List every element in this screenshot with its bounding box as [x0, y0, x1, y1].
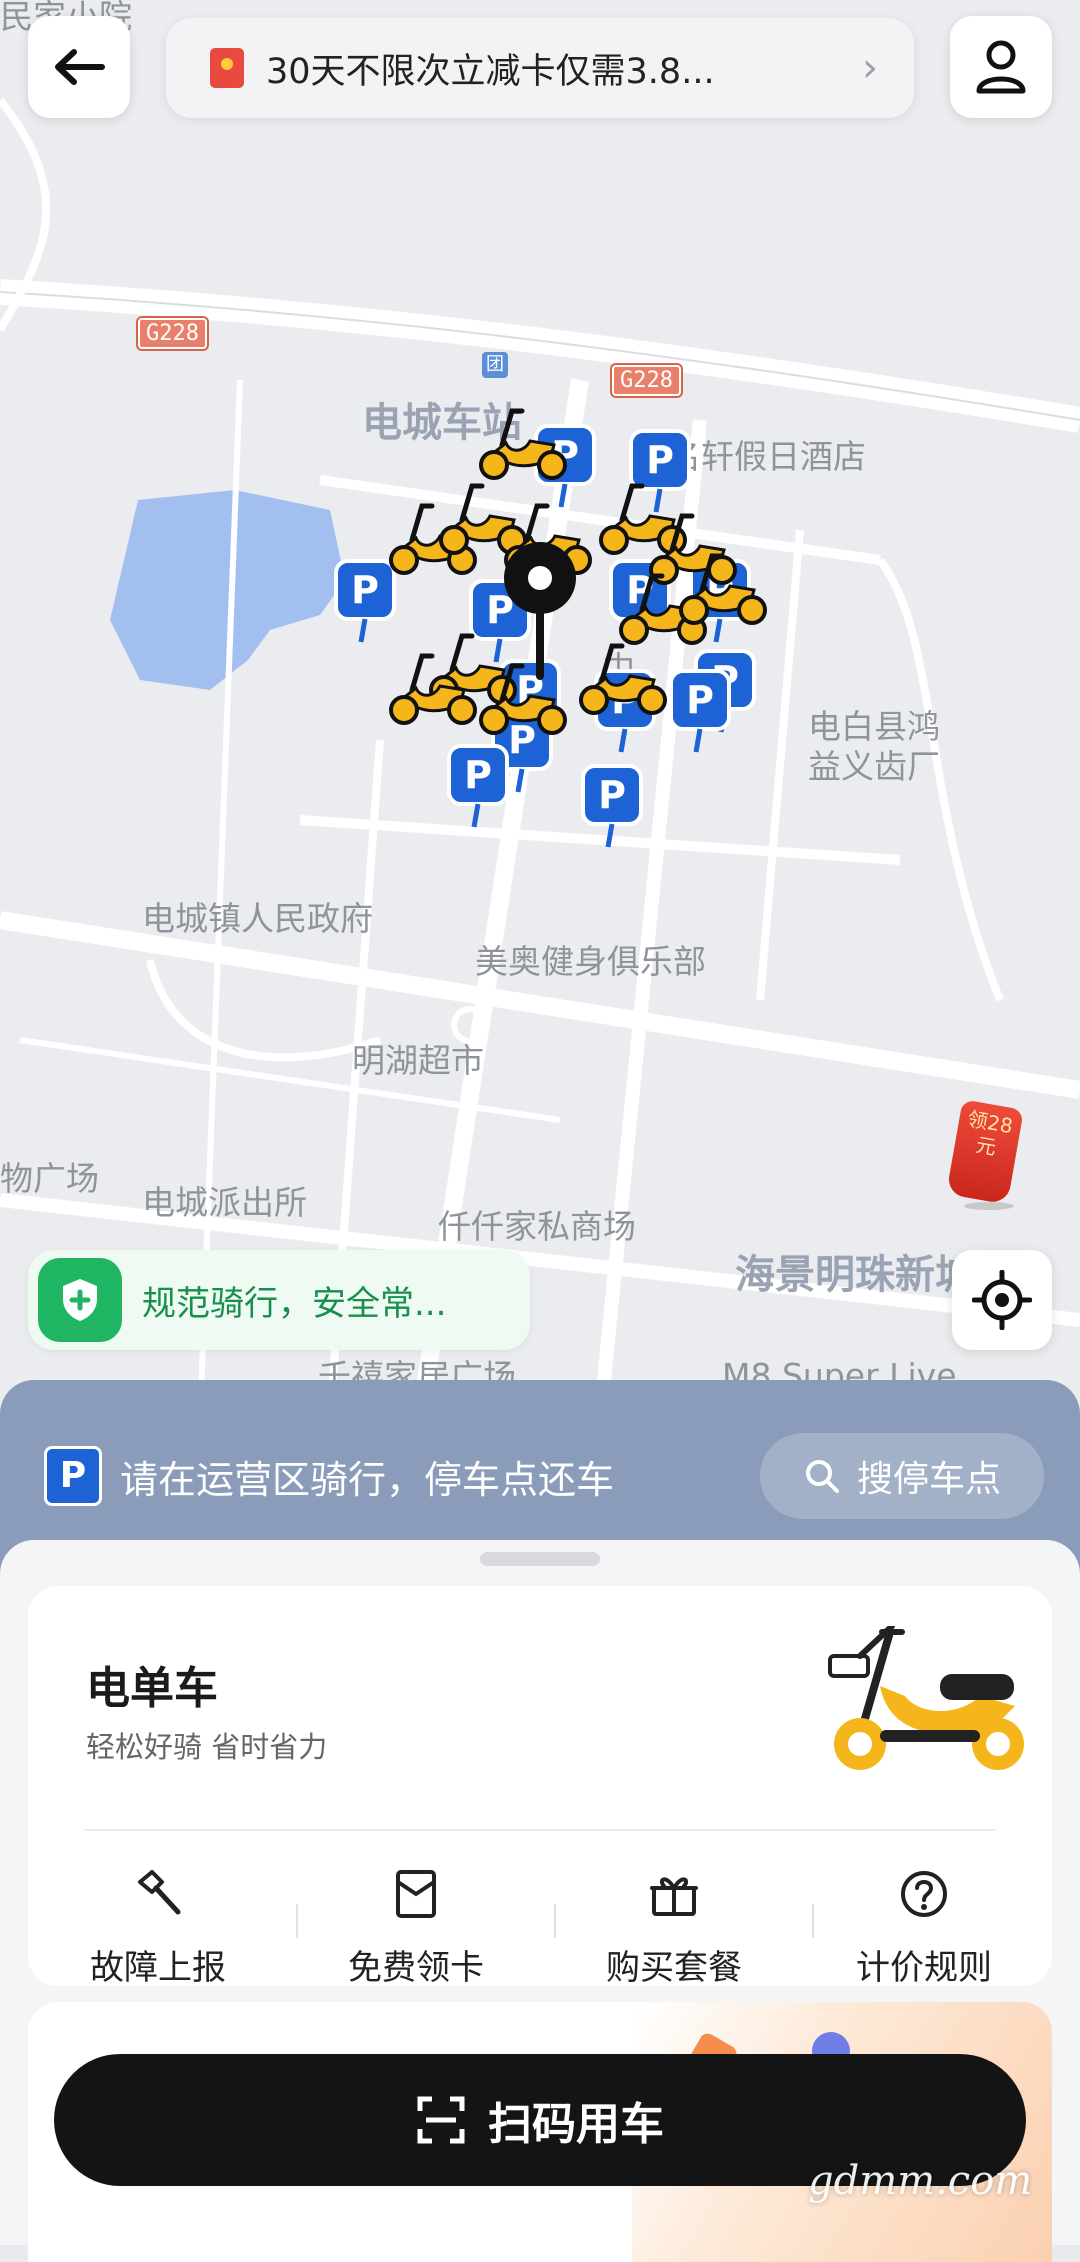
- search-parking-label: 搜停车点: [856, 1459, 1001, 1500]
- question-icon: [901, 1871, 947, 1917]
- report-fault-button[interactable]: 故障上报: [58, 1864, 258, 1989]
- svg-text:P: P: [598, 773, 626, 817]
- buy-package-button[interactable]: 购买套餐: [574, 1864, 774, 1989]
- parking-marker[interactable]: P: [669, 669, 731, 753]
- scan-to-ride-label: 扫码用车: [488, 2099, 664, 2150]
- card-divider: [84, 1829, 996, 1831]
- parking-badge-icon: P: [44, 1446, 102, 1506]
- locate-button[interactable]: [952, 1250, 1052, 1350]
- parking-marker[interactable]: P: [334, 559, 396, 643]
- free-card-button[interactable]: 免费领卡: [316, 1864, 516, 1989]
- search-icon: [805, 1460, 839, 1493]
- operations-text: 请在运营区骑行，停车点还车: [120, 1457, 615, 1502]
- location-pin-icon: [504, 542, 576, 680]
- card-subtitle: 轻松好骑 省时省力: [86, 1730, 328, 1764]
- chevron-right-icon: ›: [862, 45, 878, 91]
- svg-text:P: P: [686, 678, 714, 722]
- action-separator: [812, 1904, 814, 1938]
- back-button[interactable]: [28, 16, 130, 118]
- svg-text:P: P: [646, 438, 674, 482]
- card-icon: [396, 1870, 436, 1918]
- user-icon: [976, 40, 1026, 94]
- locate-target-icon: [972, 1270, 1032, 1330]
- report-fault-label: 故障上报: [90, 1948, 226, 1988]
- e-scooter-illustration: [828, 1626, 1024, 1770]
- operations-row: P 请在运营区骑行，停车点还车 搜停车点: [44, 1430, 1044, 1522]
- safety-tip[interactable]: 规范骑行，安全常...: [28, 1250, 530, 1350]
- svg-text:P: P: [464, 753, 492, 797]
- pricing-rules-label: 计价规则: [856, 1948, 992, 1988]
- pricing-rules-button[interactable]: 计价规则: [824, 1864, 1024, 1989]
- parking-marker[interactable]: P: [581, 764, 643, 848]
- map-view[interactable]: 民家小院 电城车站 名轩假日酒店 电白县鸿 益义齿厂 电城镇人民政府 美奥健身俱…: [0, 0, 1080, 1420]
- shield-plus-icon: [38, 1258, 122, 1342]
- safety-tip-text: 规范骑行，安全常...: [142, 1283, 447, 1324]
- gift-icon: [650, 1877, 698, 1916]
- red-packet-reward[interactable]: 领28元: [946, 1099, 1024, 1212]
- red-packet-shadow: [964, 1202, 1014, 1210]
- scan-icon: [417, 2096, 465, 2144]
- watermark: gdmm.com: [808, 2158, 1033, 2204]
- svg-text:P: P: [351, 568, 379, 612]
- map-markers: PPPPPPPPPPPPP: [334, 408, 767, 848]
- parking-marker[interactable]: P: [447, 744, 509, 828]
- promo-text: 30天不限次立减卡仅需3.8...: [266, 51, 715, 92]
- scooter-marker[interactable]: [479, 408, 567, 480]
- free-card-label: 免费领卡: [348, 1948, 484, 1988]
- red-envelope-icon: [210, 48, 244, 88]
- action-separator: [554, 1904, 556, 1938]
- parking-marker[interactable]: P: [629, 429, 691, 513]
- profile-button[interactable]: [950, 16, 1052, 118]
- action-separator: [296, 1904, 298, 1938]
- card-title: 电单车: [86, 1663, 218, 1714]
- buy-package-label: 购买套餐: [606, 1948, 742, 1988]
- promo-banner[interactable]: 30天不限次立减卡仅需3.8... ›: [166, 18, 914, 118]
- arrow-left-icon: [55, 49, 105, 85]
- search-parking-button[interactable]: 搜停车点: [760, 1433, 1044, 1519]
- wrench-icon: [138, 1870, 181, 1915]
- svg-text:P: P: [508, 718, 536, 762]
- ebike-card: 电单车 轻松好骑 省时省力 故障上报 免费领卡 购买套餐 计价规则: [28, 1586, 1052, 1989]
- red-packet-label: 领28元: [946, 1099, 1024, 1205]
- sheet-drag-handle[interactable]: [480, 1552, 600, 1566]
